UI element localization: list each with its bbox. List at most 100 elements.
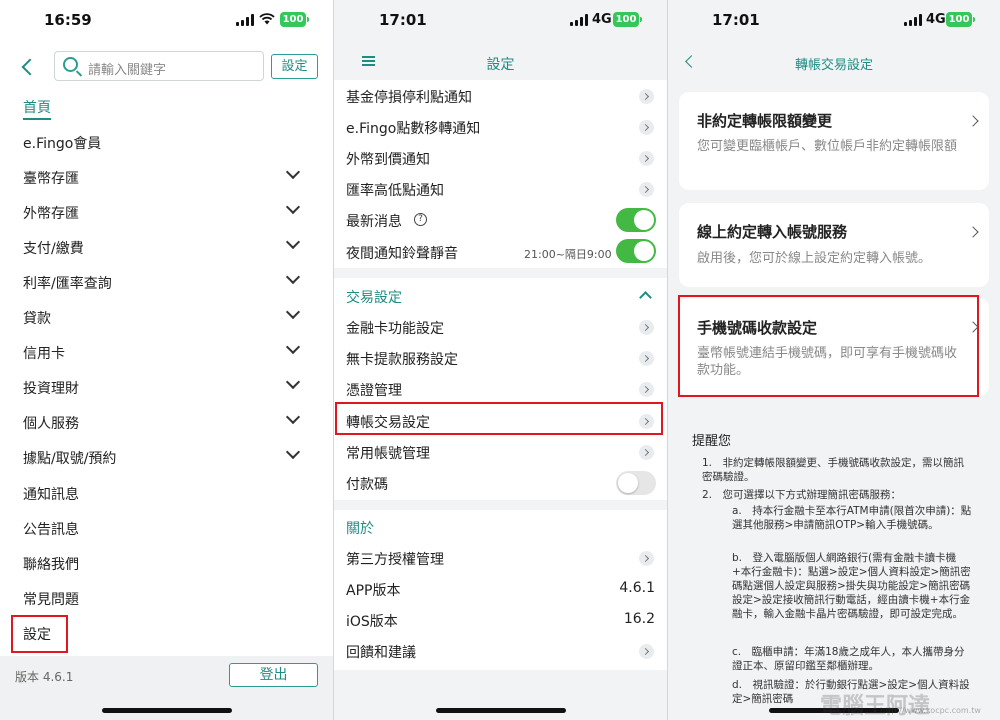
chevron-down-icon[interactable] (285, 304, 301, 320)
help-icon[interactable]: ? (414, 213, 427, 226)
ios-version-label: iOS版本 (346, 614, 398, 630)
status-time: 17:01 (379, 11, 427, 29)
pay-code-toggle[interactable] (616, 471, 656, 495)
app-version-label: APP版本 (346, 583, 401, 599)
chevron-right-icon[interactable] (639, 351, 654, 366)
section-trade: 交易設定 (346, 290, 402, 306)
chevron-down-icon[interactable] (285, 339, 301, 355)
chevron-right-icon[interactable] (639, 445, 654, 460)
card-title: 線上約定轉入帳號服務 (697, 223, 848, 241)
status-bar: 17:01 4G 100 (334, 0, 667, 42)
menu-item-announcements[interactable]: 公告訊息 (23, 519, 79, 539)
reminder-title: 提醒您 (692, 434, 732, 449)
menu-item-payment[interactable]: 支付/繳費 (23, 238, 84, 258)
menu-item-branches[interactable]: 據點/取號/預約 (23, 448, 116, 468)
row-pay-code: 付款碼 (346, 477, 388, 493)
note-2a: a. 持本行金融卡至本行ATM申請(限首次申請)：點選其他服務>申請簡訊OTP>… (732, 505, 972, 531)
back-icon[interactable] (21, 58, 39, 76)
signal-icon (904, 14, 922, 26)
card-online-agreed-account[interactable]: 線上約定轉入帳號服務 啟用後，您可於線上設定約定轉入帳號。 (679, 203, 989, 287)
row-frequent-accounts[interactable]: 常用帳號管理 (346, 443, 430, 463)
row-fx-price-notify[interactable]: 外幣到價通知 (346, 149, 430, 169)
chevron-down-icon[interactable] (285, 199, 301, 215)
chevron-down-icon[interactable] (285, 234, 301, 250)
row-cardless-withdraw[interactable]: 無卡提款服務設定 (346, 349, 458, 369)
chevron-right-icon[interactable] (639, 120, 654, 135)
search-placeholder: 請輸入關鍵字 (88, 63, 167, 78)
app-version-value: 4.6.1 (619, 580, 655, 596)
status-time: 17:01 (712, 11, 760, 29)
note-2c: c. 臨櫃申請：年滿18歲之成年人，本人攜帶身分證正本、原留印鑑至鄰櫃辦理。 (732, 646, 965, 672)
menu-item-credit-card[interactable]: 信用卡 (23, 343, 65, 363)
highlight-box (11, 615, 68, 653)
notification-settings-card (334, 80, 667, 268)
menu-item-notifications[interactable]: 通知訊息 (23, 484, 79, 504)
chevron-right-icon[interactable] (639, 89, 654, 104)
menu-item-investment[interactable]: 投資理財 (23, 378, 79, 398)
home-indicator (102, 708, 232, 713)
chevron-right-icon[interactable] (639, 551, 654, 566)
search-input[interactable]: 請輸入關鍵字 (54, 51, 264, 81)
night-mute-time: 21:00~隔日9:00 (524, 248, 612, 261)
latest-news-toggle[interactable] (616, 208, 656, 232)
ios-version-value: 16.2 (623, 611, 655, 627)
search-icon (63, 57, 78, 72)
card-nonagreed-limit[interactable]: 非約定轉帳限額變更 您可變更臨櫃帳戶、數位帳戶非約定轉帳限額 (679, 92, 989, 190)
watermark-url: http://www.kocpc.com.tw (880, 706, 981, 715)
menu-item-member[interactable]: e.Fingo會員 (23, 133, 101, 153)
row-feedback[interactable]: 回饋和建議 (346, 642, 416, 662)
status-bar: 17:01 4G 100 (668, 0, 1000, 42)
chevron-down-icon[interactable] (285, 164, 301, 180)
chevron-down-icon[interactable] (285, 444, 301, 460)
chevron-right-icon (967, 226, 979, 238)
note-2b: b. 登入電腦版個人網路銀行(需有金融卡讀卡機+本行金融卡)：點選>設定>個人資… (732, 552, 971, 620)
row-night-mute: 夜間通知鈴聲靜音 (346, 246, 458, 262)
chevron-right-icon[interactable] (639, 151, 654, 166)
status-time: 16:59 (44, 11, 92, 29)
row-third-party[interactable]: 第三方授權管理 (346, 549, 444, 569)
chevron-right-icon[interactable] (639, 644, 654, 659)
status-bar: 16:59 100 (0, 0, 333, 42)
settings-button[interactable]: 設定 (271, 54, 318, 79)
watermark-logo: 電腦王阿達 (820, 694, 931, 719)
page-title: 轉帳交易設定 (794, 58, 873, 73)
row-certificate[interactable]: 憑證管理 (346, 380, 402, 400)
signal-icon (236, 14, 254, 26)
menu-item-faq[interactable]: 常見問題 (23, 589, 79, 609)
screen-menu: 16:59 100 請輸入關鍵字 設定 首頁 e.Fingo會員 臺幣存匯 外幣… (0, 0, 333, 720)
highlight-box (678, 295, 979, 397)
night-mute-toggle[interactable] (616, 239, 656, 263)
row-debit-card[interactable]: 金融卡功能設定 (346, 318, 444, 338)
network-label: 4G (926, 12, 946, 27)
header: 設定 (334, 42, 667, 80)
highlight-box (335, 402, 663, 435)
screen-settings: 17:01 4G 100 設定 基金停損停利點通知 e.Fingo點數移轉通知 … (334, 0, 667, 720)
note-1: 1. 非約定轉帳限額變更、手機號碼收款設定，需以簡訊密碼驗證。 (702, 457, 965, 483)
chevron-down-icon[interactable] (285, 409, 301, 425)
app-version: 版本 4.6.1 (15, 670, 74, 684)
logout-button[interactable]: 登出 (229, 663, 318, 687)
menu-item-home[interactable]: 首頁 (23, 97, 51, 120)
chevron-right-icon[interactable] (639, 320, 654, 335)
wifi-icon (259, 13, 275, 25)
menu-item-loan[interactable]: 貸款 (23, 308, 51, 328)
chevron-right-icon (967, 115, 979, 127)
screen-transfer-settings: 17:01 4G 100 轉帳交易設定 非約定轉帳限額變更 您可變更臨櫃帳戶、數… (668, 0, 1000, 720)
row-rate-notify[interactable]: 匯率高低點通知 (346, 180, 444, 200)
chevron-right-icon[interactable] (639, 182, 654, 197)
chevron-right-icon[interactable] (639, 382, 654, 397)
menu-item-twd[interactable]: 臺幣存匯 (23, 168, 79, 188)
menu-item-contact[interactable]: 聯絡我們 (23, 554, 79, 574)
note-2: 2. 您可選擇以下方式辦理簡訊密碼服務： (702, 489, 902, 501)
menu-item-rates[interactable]: 利率/匯率查詢 (23, 273, 112, 293)
page-title: 設定 (486, 57, 515, 73)
section-about: 關於 (346, 521, 374, 537)
menu-item-personal[interactable]: 個人服務 (23, 413, 79, 433)
battery-icon: 100 (946, 12, 975, 27)
row-fund-notify[interactable]: 基金停損停利點通知 (346, 87, 472, 107)
home-indicator (436, 708, 566, 713)
row-points-notify[interactable]: e.Fingo點數移轉通知 (346, 118, 480, 138)
chevron-down-icon[interactable] (285, 374, 301, 390)
menu-item-fx[interactable]: 外幣存匯 (23, 203, 79, 223)
chevron-down-icon[interactable] (285, 269, 301, 285)
